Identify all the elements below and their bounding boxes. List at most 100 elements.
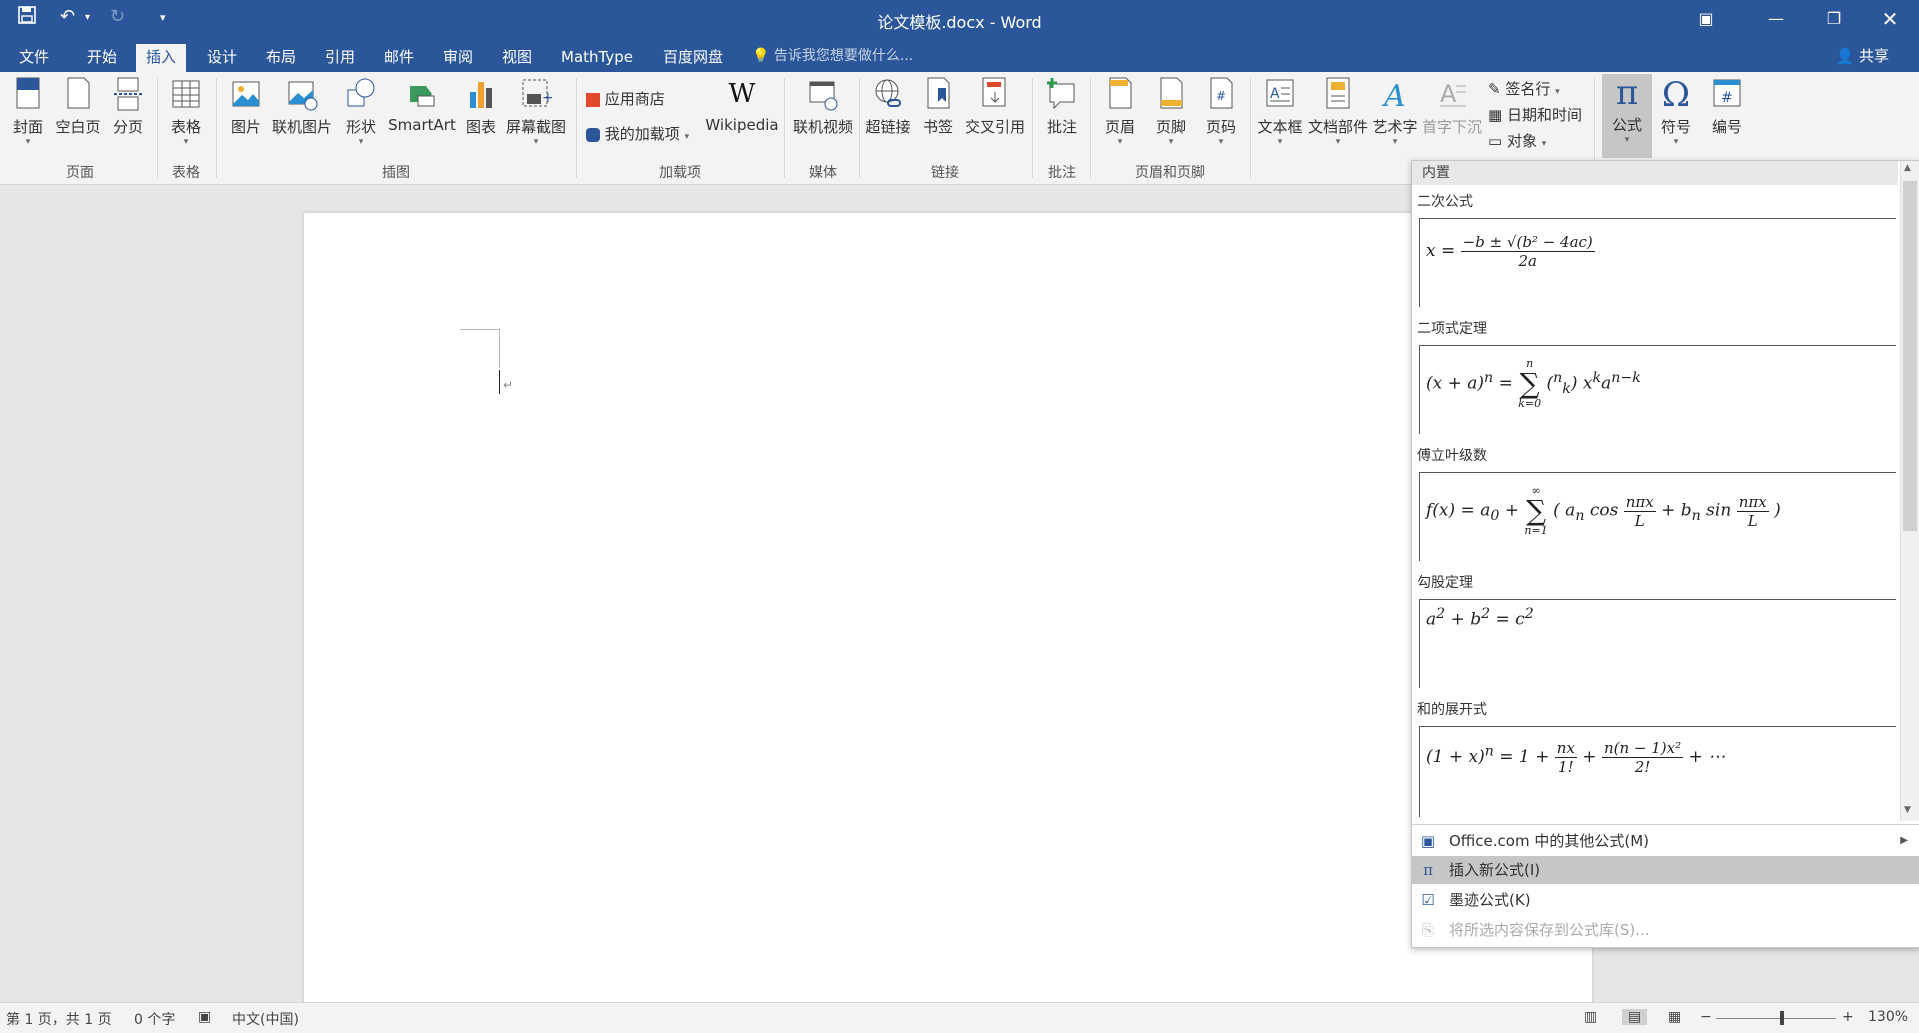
gallery-item-pythagorean[interactable]: a2 + b2 = c2 <box>1419 599 1896 688</box>
minimize-button[interactable]: — <box>1748 0 1804 38</box>
save-to-equation-gallery-button[interactable]: ⎘ 将所选内容保存到公式库(S)... <box>1412 916 1919 944</box>
zoom-slider-thumb[interactable] <box>1780 1011 1784 1025</box>
zoom-in-icon[interactable]: + <box>1842 1009 1854 1025</box>
cross-reference-label: 交叉引用 <box>964 118 1025 136</box>
store-button[interactable]: 应用商店 <box>586 88 665 109</box>
ribbon-display-options-icon[interactable]: ▣ <box>1678 0 1734 38</box>
tab-design[interactable]: 设计 <box>197 44 247 72</box>
proofing-icon[interactable]: ▣ <box>198 1009 211 1025</box>
gallery-item-title: 傅立叶级数 <box>1417 448 1487 464</box>
equation-preview: (x + a)n = n ∑ k=0 (nk) xkan−k <box>1426 357 1641 410</box>
svg-text:#: # <box>1216 89 1226 103</box>
hyperlink-button[interactable]: 超链接 <box>865 76 911 137</box>
group-divider <box>157 78 158 178</box>
scroll-thumb[interactable] <box>1903 181 1917 531</box>
date-time-button[interactable]: ▦ 日期和时间 <box>1488 104 1582 125</box>
chevron-down-icon: ▾ <box>183 137 189 147</box>
page-number-button[interactable]: # 页码 ▾ <box>1203 76 1239 147</box>
smartart-button[interactable]: SmartArt <box>386 76 458 134</box>
cross-reference-button[interactable]: 交叉引用 <box>964 76 1026 137</box>
online-picture-icon <box>288 81 318 111</box>
equation-gallery: 内置 ▲ ▼ 二次公式 x = −b ± √(b² − 4ac) 2a 二项式定理… <box>1411 160 1919 948</box>
equation-button[interactable]: π 公式 ▾ <box>1602 74 1652 158</box>
my-addins-button[interactable]: 我的加载项 ▾ <box>586 123 689 144</box>
online-picture-button[interactable]: 联机图片 <box>270 76 334 137</box>
screenshot-button[interactable]: + 屏幕截图 ▾ <box>504 76 568 147</box>
svg-text:A: A <box>1270 86 1280 102</box>
tab-references[interactable]: 引用 <box>315 44 365 72</box>
word-count[interactable]: 0 个字 <box>134 1009 175 1029</box>
pi-icon: π <box>1615 73 1639 113</box>
tab-review[interactable]: 审阅 <box>433 44 483 72</box>
zoom-slider[interactable] <box>1716 1018 1836 1019</box>
number-label: 编号 <box>1711 118 1742 136</box>
table-icon <box>172 80 200 108</box>
ink-equation-button[interactable]: ☑ 墨迹公式(K) <box>1412 886 1919 914</box>
chart-button[interactable]: 图表 <box>463 76 499 137</box>
equation-preview: (1 + x)n = 1 + nx 1! + n(n − 1)x² 2! + ⋯ <box>1426 739 1726 776</box>
share-button[interactable]: 👤 共享 <box>1836 45 1889 66</box>
blank-page-label: 空白页 <box>55 118 101 136</box>
gallery-scrollbar[interactable]: ▲ ▼ <box>1900 161 1919 821</box>
gallery-item-title: 和的展开式 <box>1417 702 1487 718</box>
insert-new-equation-button[interactable]: π 插入新公式(I) <box>1412 856 1919 884</box>
gallery-item-quadratic[interactable]: x = −b ± √(b² − 4ac) 2a <box>1419 218 1896 307</box>
wordart-button[interactable]: A 艺术字 ▾ <box>1372 76 1418 147</box>
scroll-up-icon[interactable]: ▲ <box>1904 163 1911 173</box>
web-layout-icon[interactable]: ▦ <box>1668 1009 1681 1025</box>
number-button[interactable]: # 编号 <box>1707 76 1747 137</box>
table-button[interactable]: 表格 ▾ <box>166 76 206 147</box>
group-label-addins: 加载项 <box>659 165 701 181</box>
textbox-button[interactable]: A 文本框 ▾ <box>1256 76 1304 147</box>
gallery-item-expansion-of-sum[interactable]: (1 + x)n = 1 + nx 1! + n(n − 1)x² 2! + ⋯ <box>1419 726 1896 817</box>
object-button[interactable]: ▭ 对象 ▾ <box>1488 130 1546 151</box>
quick-parts-button[interactable]: 文档部件 ▾ <box>1308 76 1368 147</box>
page-count[interactable]: 第 1 页，共 1 页 <box>6 1009 112 1029</box>
zoom-out-icon[interactable]: − <box>1700 1009 1712 1025</box>
cover-page-button[interactable]: 封面 ▾ <box>10 76 46 147</box>
shapes-button[interactable]: 形状 ▾ <box>341 76 381 147</box>
gallery-header: 内置 <box>1412 161 1898 185</box>
signature-line-button[interactable]: ✎ 签名行 ▾ <box>1488 78 1560 99</box>
language-indicator[interactable]: 中文(中国) <box>232 1009 299 1029</box>
chevron-down-icon: ▾ <box>1218 137 1224 147</box>
page-break-icon <box>114 77 142 111</box>
tab-insert[interactable]: 插入 <box>136 44 187 72</box>
symbol-button[interactable]: Ω 符号 ▾ <box>1656 76 1696 147</box>
chevron-right-icon: ▶ <box>1900 835 1908 846</box>
gallery-item-fourier[interactable]: f(x) = a0 + ∞ ∑ n=1 ( an cos nπx L + bn sin… <box>1419 472 1896 561</box>
new-comment-button[interactable]: 批注 <box>1040 76 1084 137</box>
tab-layout[interactable]: 布局 <box>256 44 306 72</box>
blank-page-button[interactable]: 空白页 <box>54 76 102 137</box>
chevron-down-icon: ▾ <box>533 137 539 147</box>
chevron-down-icon: ▾ <box>1541 139 1547 149</box>
document-page[interactable]: ↵ <box>304 213 1592 1017</box>
dropcap-button[interactable]: A 首字下沉 <box>1422 76 1482 137</box>
tab-mathtype[interactable]: MathType <box>551 44 643 72</box>
tell-me-search[interactable]: 💡 告诉我您想要做什么... <box>752 45 913 65</box>
restore-button[interactable]: ❐ <box>1806 0 1862 38</box>
page-break-button[interactable]: 分页 <box>108 76 148 137</box>
online-picture-label: 联机图片 <box>271 118 332 136</box>
online-video-button[interactable]: 联机视频 <box>791 76 855 137</box>
tab-baidu-netdisk[interactable]: 百度网盘 <box>653 44 733 72</box>
office-icon: ▣ <box>1420 832 1436 850</box>
bookmark-button[interactable]: 书签 <box>920 76 956 137</box>
zoom-level[interactable]: 130% <box>1868 1009 1908 1025</box>
tab-file[interactable]: 文件 <box>9 44 59 72</box>
gallery-item-binomial[interactable]: (x + a)n = n ∑ k=0 (nk) xkan−k <box>1419 345 1896 434</box>
tab-home[interactable]: 开始 <box>77 44 127 72</box>
scroll-down-icon[interactable]: ▼ <box>1904 805 1911 815</box>
close-button[interactable]: ✕ <box>1862 0 1918 38</box>
tell-me-placeholder: 告诉我您想要做什么... <box>773 48 914 64</box>
wikipedia-button[interactable]: W Wikipedia <box>704 76 780 134</box>
ink-equation-icon: ☑ <box>1421 891 1435 909</box>
footer-button[interactable]: 页脚 ▾ <box>1153 76 1189 147</box>
picture-button[interactable]: 图片 <box>226 76 266 137</box>
tab-mailings[interactable]: 邮件 <box>374 44 424 72</box>
read-mode-icon[interactable]: ▥ <box>1584 1009 1597 1025</box>
more-equations-office-button[interactable]: ▣ Office.com 中的其他公式(M) ▶ <box>1412 827 1919 855</box>
header-button[interactable]: 页眉 ▾ <box>1102 76 1138 147</box>
tab-view[interactable]: 视图 <box>492 44 542 72</box>
print-layout-icon[interactable]: ▤ <box>1622 1009 1648 1025</box>
